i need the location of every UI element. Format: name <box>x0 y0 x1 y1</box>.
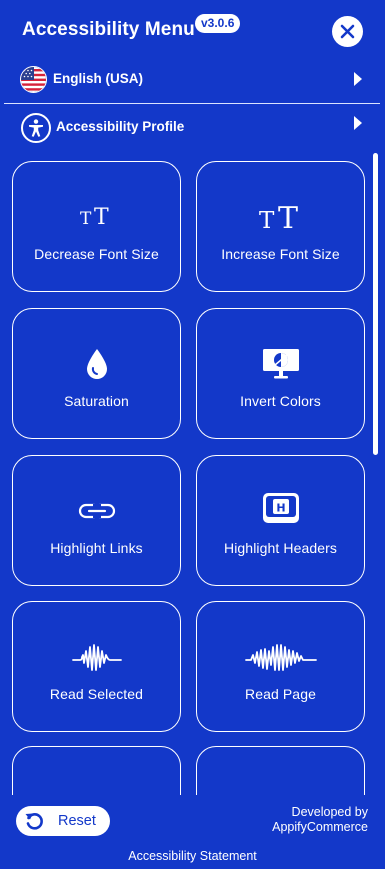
accessibility-person-icon <box>21 113 51 143</box>
read-selected-button[interactable]: Read Selected <box>12 601 181 732</box>
highlight-headers-button[interactable]: H Highlight Headers <box>196 455 365 586</box>
us-flag-icon <box>20 66 47 93</box>
menu-header: Accessibility Menu v3.0.6 <box>0 0 385 60</box>
feature-tile[interactable] <box>196 746 365 795</box>
tile-label: Saturation <box>64 393 129 409</box>
tile-label: Invert Colors <box>240 393 321 409</box>
read-page-button[interactable]: Read Page <box>196 601 365 732</box>
reset-icon <box>25 813 43 830</box>
svg-text:H: H <box>276 502 285 515</box>
tile-label: Highlight Links <box>50 540 143 556</box>
svg-text:T: T <box>80 209 92 228</box>
invert-colors-button[interactable]: Invert Colors <box>196 308 365 439</box>
scrollbar-thumb[interactable] <box>373 153 378 455</box>
language-selector[interactable]: English (USA) <box>0 58 385 102</box>
decrease-font-size-button[interactable]: T T Decrease Font Size <box>12 161 181 292</box>
caret-right-icon <box>354 116 362 130</box>
text-align-button[interactable] <box>12 746 181 795</box>
tile-label: Highlight Headers <box>224 540 337 556</box>
tile-label: Increase Font Size <box>221 246 340 262</box>
feature-grid: T T Decrease Font Size T T Increase Font… <box>0 150 385 795</box>
tile-label: Read Selected <box>49 686 144 702</box>
divider <box>4 103 380 104</box>
reset-label: Reset <box>58 813 96 829</box>
close-button[interactable] <box>332 16 363 47</box>
increase-font-icon: T T <box>197 198 364 232</box>
menu-title: Accessibility Menu <box>22 19 195 40</box>
caret-right-icon <box>354 72 362 86</box>
developed-by-text: Developed by <box>291 805 368 819</box>
accessibility-profile-label: Accessibility Profile <box>56 119 185 134</box>
tile-label: Read Page <box>245 686 316 702</box>
saturation-button[interactable]: Saturation <box>12 308 181 439</box>
developer-link[interactable]: AppifyCommerce <box>272 820 368 834</box>
highlight-links-button[interactable]: Highlight Links <box>12 455 181 586</box>
close-icon <box>340 24 355 39</box>
reset-button[interactable]: Reset <box>16 806 110 836</box>
svg-text:T: T <box>278 201 298 232</box>
version-badge: v3.0.6 <box>195 14 241 33</box>
monitor-invert-icon <box>197 347 364 381</box>
svg-text:T: T <box>259 208 275 232</box>
accessibility-profile-row[interactable]: Accessibility Profile <box>0 106 385 150</box>
text-align-icon <box>13 785 180 795</box>
heading-h-icon: H <box>197 492 364 526</box>
droplet-icon <box>13 347 180 381</box>
tile-label: Decrease Font Size <box>34 246 159 262</box>
language-label: English (USA) <box>53 71 143 86</box>
accessibility-statement-link[interactable]: Accessibility Statement <box>0 849 385 863</box>
increase-font-size-button[interactable]: T T Increase Font Size <box>196 161 365 292</box>
waveform-icon <box>13 640 180 674</box>
menu-footer: Reset Developed by AppifyCommerce Access… <box>0 795 385 869</box>
waveform-wide-icon <box>197 640 364 674</box>
link-icon <box>13 494 180 528</box>
decrease-font-icon: T T <box>13 198 180 232</box>
svg-text:T: T <box>94 205 109 228</box>
